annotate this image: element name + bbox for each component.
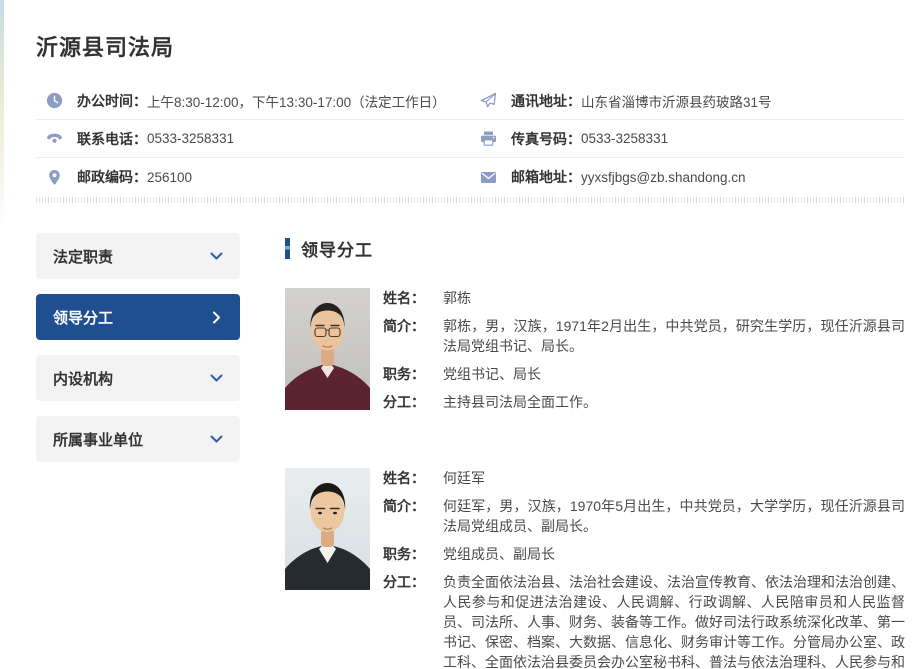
main-content: 领导分工: [285, 233, 905, 669]
field-duties: 分工： 主持县司法局全面工作。: [383, 392, 905, 412]
info-postal-code: 邮政编码： 256100: [36, 158, 470, 196]
sidebar-item-label: 所属事业单位: [53, 429, 143, 450]
chevron-down-icon: [210, 372, 223, 385]
field-bio: 简介： 何廷军，男，汉族，1970年5月出生，中共党员，大学学历，现任沂源县司法…: [383, 496, 905, 536]
field-value: 党组成员、副局长: [443, 544, 555, 564]
info-office-hours: 办公时间： 上午8:30-12:00，下午13:30-17:00（法定工作日）: [36, 82, 470, 120]
leader-photo-guo-dong: [285, 288, 370, 410]
dotted-divider: [36, 197, 905, 203]
info-label: 邮政编码：: [77, 167, 147, 187]
info-label: 通讯地址：: [511, 91, 581, 111]
chevron-down-icon: [210, 250, 223, 263]
field-duties: 分工： 负责全面依法治县、法治社会建设、法治宣传教育、依法治理和法治创建、人民参…: [383, 572, 905, 669]
field-name: 姓名： 何廷军: [383, 468, 905, 488]
field-label: 简介：: [383, 496, 429, 536]
fax-icon: [480, 130, 497, 147]
agency-info-grid: 办公时间： 上午8:30-12:00，下午13:30-17:00（法定工作日） …: [36, 82, 905, 196]
leader-photo-he-tingjun: [285, 468, 370, 590]
field-value: 负责全面依法治县、法治社会建设、法治宣传教育、依法治理和法治创建、人民参与和促进…: [443, 572, 905, 669]
info-mailing-address: 通讯地址： 山东省淄博市沂源县药玻路31号: [470, 82, 905, 120]
field-value: 党组书记、局长: [443, 364, 541, 384]
info-email: 邮箱地址： yyxsfjbgs@zb.shandong.cn: [470, 158, 905, 196]
chevron-down-icon: [210, 433, 223, 446]
field-value: 郭栋，男，汉族，1971年2月出生，中共党员，研究生学历，现任沂源县司法局党组书…: [443, 316, 905, 356]
info-value: 0533-3258331: [581, 131, 668, 146]
location-icon: [46, 169, 63, 186]
sidebar-item-label: 法定职责: [53, 246, 113, 267]
info-label: 联系电话：: [77, 129, 147, 149]
page-left-edge-decor: [0, 0, 4, 230]
send-icon: [480, 92, 497, 109]
sidebar-item-legal-duties[interactable]: 法定职责: [36, 233, 240, 279]
sidebar-item-internal-orgs[interactable]: 内设机构: [36, 355, 240, 401]
info-value: 上午8:30-12:00，下午13:30-17:00（法定工作日）: [147, 91, 446, 111]
field-value: 郭栋: [443, 288, 471, 308]
field-name: 姓名： 郭栋: [383, 288, 905, 308]
sidebar-item-affiliated-units[interactable]: 所属事业单位: [36, 416, 240, 462]
page-title: 沂源县司法局: [36, 0, 905, 62]
section-header: 领导分工: [285, 233, 905, 261]
info-value: 山东省淄博市沂源县药玻路31号: [581, 91, 772, 111]
clock-icon: [46, 92, 63, 109]
leader-fields: 姓名： 何廷军 简介： 何廷军，男，汉族，1970年5月出生，中共党员，大学学历…: [383, 468, 905, 669]
info-label: 邮箱地址：: [511, 167, 581, 187]
info-value: 0533-3258331: [147, 131, 234, 146]
chevron-right-icon: [210, 311, 223, 324]
info-label: 传真号码：: [511, 129, 581, 149]
leader-profile: 姓名： 郭栋 简介： 郭栋，男，汉族，1971年2月出生，中共党员，研究生学历，…: [285, 288, 905, 420]
sidebar-item-leadership[interactable]: 领导分工: [36, 294, 240, 340]
sidebar-item-label: 领导分工: [53, 307, 113, 328]
field-position: 职务： 党组成员、副局长: [383, 544, 905, 564]
field-label: 简介：: [383, 316, 429, 356]
page-container: 沂源县司法局 办公时间： 上午8:30-12:00，下午13:30-17:00（…: [0, 0, 912, 669]
field-label: 职务：: [383, 544, 429, 564]
field-label: 分工：: [383, 572, 429, 669]
field-position: 职务： 党组书记、局长: [383, 364, 905, 384]
info-label: 办公时间：: [77, 91, 147, 111]
mail-icon: [480, 169, 497, 186]
info-value: yyxsfjbgs@zb.shandong.cn: [581, 170, 746, 185]
sidebar-nav: 法定职责 领导分工 内设机构 所属事业单位: [36, 233, 240, 669]
info-value: 256100: [147, 170, 192, 185]
sidebar-item-label: 内设机构: [53, 368, 113, 389]
info-phone: 联系电话： 0533-3258331: [36, 120, 470, 158]
field-label: 姓名：: [383, 468, 429, 488]
field-label: 职务：: [383, 364, 429, 384]
info-fax: 传真号码： 0533-3258331: [470, 120, 905, 158]
field-label: 分工：: [383, 392, 429, 412]
content-row: 法定职责 领导分工 内设机构 所属事业单位: [36, 233, 905, 669]
section-marker-bar: [285, 238, 290, 259]
field-bio: 简介： 郭栋，男，汉族，1971年2月出生，中共党员，研究生学历，现任沂源县司法…: [383, 316, 905, 356]
leader-fields: 姓名： 郭栋 简介： 郭栋，男，汉族，1971年2月出生，中共党员，研究生学历，…: [383, 288, 905, 420]
phone-icon: [46, 130, 63, 147]
field-value: 主持县司法局全面工作。: [443, 392, 597, 412]
section-title: 领导分工: [301, 236, 373, 261]
field-value: 何廷军: [443, 468, 485, 488]
leader-profile: 姓名： 何廷军 简介： 何廷军，男，汉族，1970年5月出生，中共党员，大学学历…: [285, 468, 905, 669]
field-value: 何廷军，男，汉族，1970年5月出生，中共党员，大学学历，现任沂源县司法局党组成…: [443, 496, 905, 536]
field-label: 姓名：: [383, 288, 429, 308]
